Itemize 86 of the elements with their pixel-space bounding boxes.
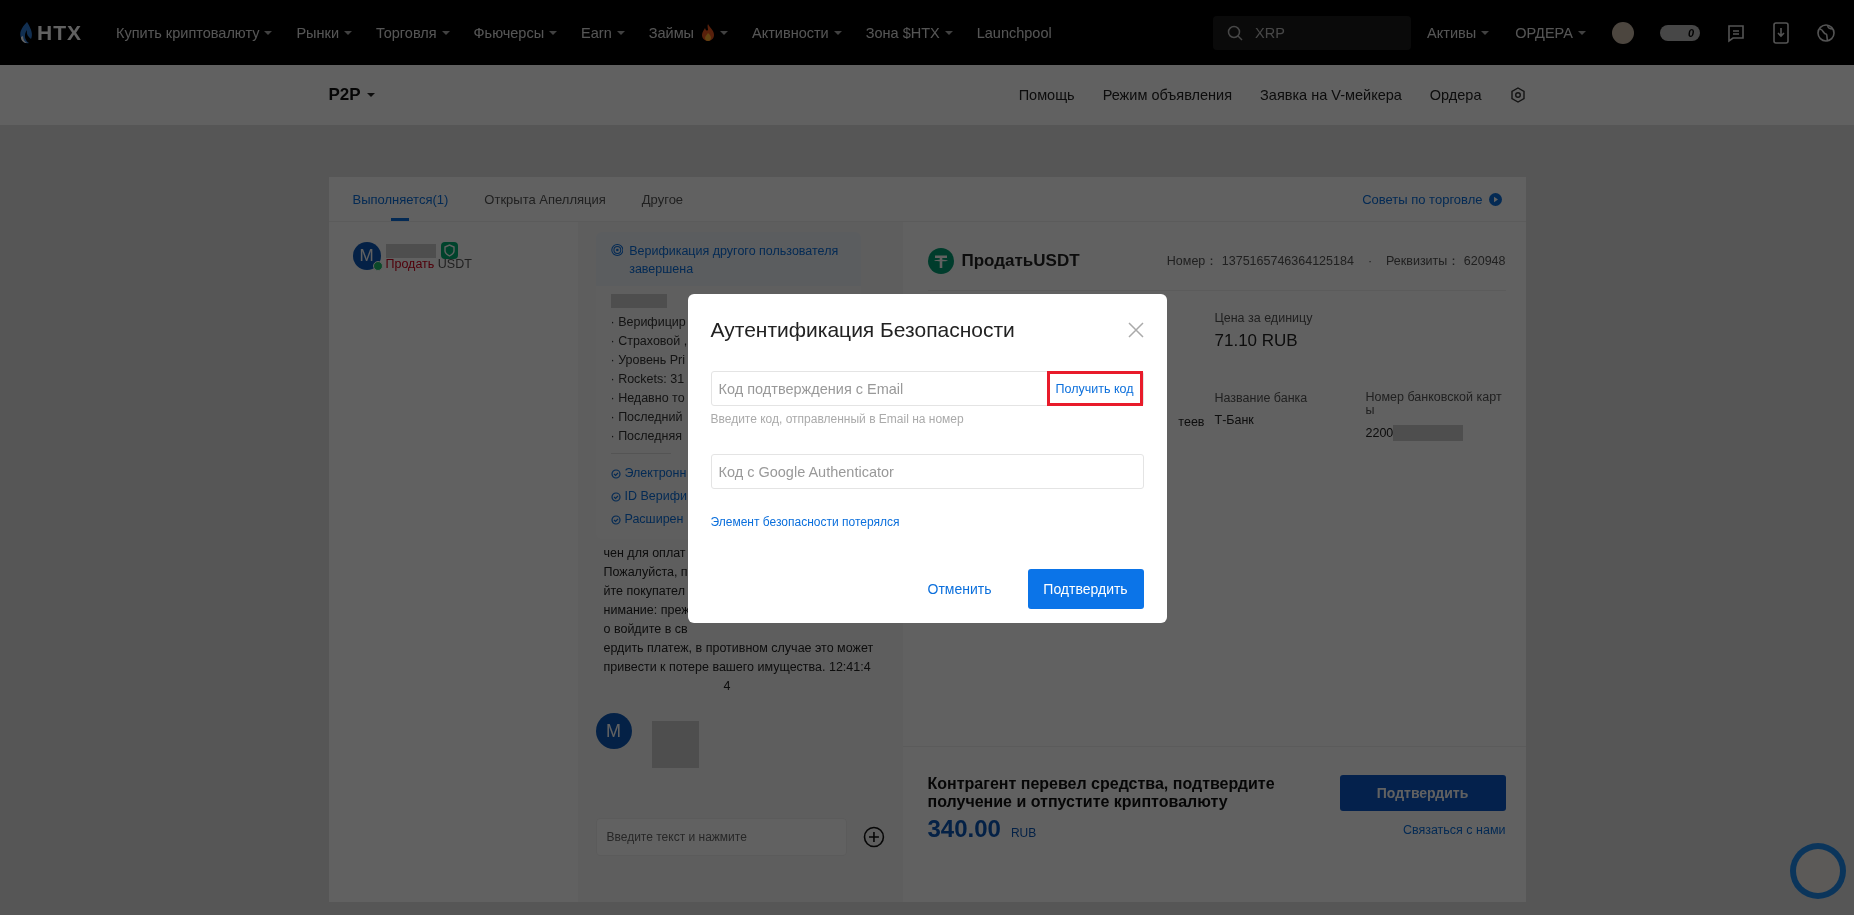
search-icon xyxy=(1227,24,1244,41)
footer-message: Контрагент перевел средства, подтвердите получение и отпустите криптовалюту xyxy=(927,775,1276,811)
message-line: Пожалуйста, п xyxy=(603,565,688,579)
amount-text: 340.00 xyxy=(927,815,1001,843)
message-line: чен для оплат xyxy=(603,546,686,560)
message-line: привести к потере вашего имущества. 12:41:4 xyxy=(603,660,871,674)
nav-menu-item[interactable]: Активы xyxy=(1427,24,1490,41)
nav-menu-item[interactable]: Активности xyxy=(752,24,842,41)
plus-icon[interactable] xyxy=(862,826,885,848)
check-circle-icon xyxy=(610,514,621,525)
close-icon[interactable] xyxy=(1127,322,1144,338)
order-tab[interactable]: Открыта Апелляция xyxy=(484,177,606,221)
contact-link[interactable]: Связаться с нами xyxy=(1402,823,1506,837)
field-label: Цена за единицу xyxy=(1214,311,1314,325)
header-link[interactable]: Режим объявления xyxy=(1102,87,1233,103)
header-link[interactable]: Заявка на V-мейкера xyxy=(1260,87,1402,103)
header-link[interactable]: Помощь xyxy=(1018,87,1075,103)
order-title: ПродатьUSDT xyxy=(961,251,1080,271)
message-line: нимание: преж xyxy=(603,603,690,617)
trading-tips-link[interactable]: Советы по торговле xyxy=(1362,191,1483,207)
user-avatar: M xyxy=(595,713,632,749)
message-icon[interactable] xyxy=(1726,22,1746,43)
trade-side-text: Продать xyxy=(385,257,435,271)
play-icon[interactable] xyxy=(1488,192,1502,206)
field-label: Номер банковской карты xyxy=(1365,391,1503,417)
order-details: Реквизиты： 620948 xyxy=(1386,252,1506,270)
field-value: теев xyxy=(1178,415,1205,429)
check-circle-icon xyxy=(610,468,621,479)
verification-detail: · Последняя xyxy=(610,429,683,443)
flame-logo-icon[interactable] xyxy=(18,20,34,45)
globe-icon[interactable] xyxy=(1816,22,1836,43)
settings-icon[interactable] xyxy=(1509,87,1526,103)
nav-menu-item[interactable]: Займы xyxy=(648,24,729,41)
nav-menu-item[interactable]: Фьючерсы xyxy=(473,24,558,41)
message-line: йте покупател xyxy=(603,584,685,598)
verification-check: Расширен xyxy=(624,511,684,528)
header-link[interactable]: Ордера xyxy=(1429,87,1482,103)
field-value: Т-Банк xyxy=(1214,413,1255,427)
verification-detail: · Уровень Pri xyxy=(610,353,686,367)
field-value: 2200 xyxy=(1365,426,1394,440)
order-number: Номер： 1375165746364125184 xyxy=(1166,252,1354,270)
order-tab[interactable]: Другое xyxy=(641,177,684,221)
user-avatar: M xyxy=(352,242,381,270)
get-code-button[interactable]: Получить код xyxy=(1046,371,1143,406)
message-line: о войдите в св xyxy=(603,622,688,636)
user-avatar[interactable] xyxy=(1612,21,1634,44)
separator-dot: · xyxy=(1367,254,1373,268)
confirm-button[interactable]: Подтвердить xyxy=(1027,569,1144,609)
verification-detail: · Последний xyxy=(610,410,683,424)
nav-menu-item[interactable]: Зона $HTX xyxy=(865,24,953,41)
download-icon[interactable] xyxy=(1772,21,1790,44)
p2p-menu[interactable]: P2P xyxy=(328,85,375,105)
currency-text: RUB xyxy=(1010,826,1037,840)
field-value: 71.10 RUB xyxy=(1214,331,1299,351)
cancel-button[interactable]: Отменить xyxy=(921,580,998,598)
nav-menu-item[interactable]: ОРДЕРА xyxy=(1515,24,1586,41)
verification-detail: · Rockets: 31 xyxy=(610,372,685,386)
support-avatar[interactable] xyxy=(1790,843,1846,899)
nav-menu-item[interactable]: Рынки xyxy=(296,24,352,41)
nav-menu-item[interactable]: Купить криптовалюту xyxy=(116,24,273,41)
notification-pill[interactable]: 0 xyxy=(1660,24,1700,41)
verification-title: Верификация другого пользователя завершена xyxy=(629,243,840,278)
google-code-field[interactable]: Код с Google Authenticator xyxy=(710,454,1144,489)
logo-text[interactable]: HTX xyxy=(37,20,82,45)
asset-text: USDT xyxy=(437,257,472,271)
nav-menu-item[interactable]: Торговля xyxy=(376,24,450,41)
nav-menu-item[interactable]: Launchpool xyxy=(976,24,1052,41)
target-icon xyxy=(610,242,624,258)
lost-security-link[interactable]: Элемент безопасности потерялся xyxy=(710,515,1144,529)
chat-list-item[interactable]: M Продать USDT xyxy=(352,242,578,271)
message-line: 4 xyxy=(723,679,731,693)
verification-check: ID Верифи xyxy=(624,488,687,505)
message-line: ердить платеж, в противном случае это может xyxy=(603,641,874,655)
field-label: Название банка xyxy=(1214,391,1309,405)
verification-detail: · Страховой , xyxy=(610,334,688,348)
order-tab[interactable]: Выполняется(1) xyxy=(352,177,449,221)
nav-menu-item[interactable]: Earn xyxy=(581,24,625,41)
dialog-title: Аутентификация Безопасности xyxy=(710,318,1015,342)
verification-detail: · Недавно то xyxy=(610,391,685,405)
confirm-button[interactable]: Подтвердить xyxy=(1339,775,1506,811)
verification-check: Электронн xyxy=(624,465,687,482)
shield-icon xyxy=(440,242,458,259)
verification-detail: · Верифицир xyxy=(610,315,686,329)
check-circle-icon xyxy=(610,491,621,502)
coin-icon xyxy=(927,248,954,274)
field-hint: Введите код, отправленный в Email на номер xyxy=(710,412,965,426)
